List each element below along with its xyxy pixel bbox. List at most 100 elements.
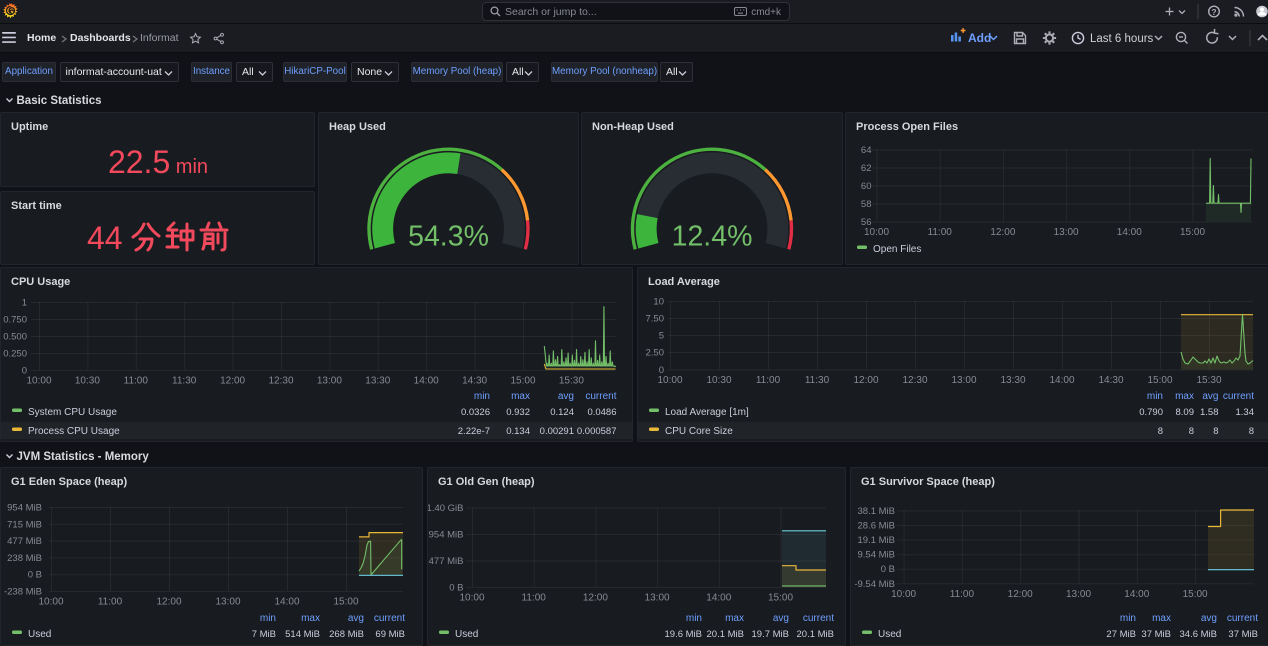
svg-text:15:00: 15:00 [1147, 375, 1172, 386]
svg-text:current: current [585, 391, 616, 402]
svg-text:JVM Statistics - Memory: JVM Statistics - Memory [17, 451, 150, 463]
svg-text:12:00: 12:00 [156, 597, 181, 608]
svg-text:13:00: 13:00 [317, 376, 342, 387]
svg-text:System CPU Usage: System CPU Usage [28, 407, 117, 418]
svg-text:10:00: 10:00 [657, 375, 682, 386]
svg-text:514 MiB: 514 MiB [285, 629, 320, 640]
svg-text:14:00: 14:00 [1049, 375, 1074, 386]
svg-text:current: current [1223, 391, 1254, 402]
svg-text:avg: avg [558, 391, 574, 402]
svg-text:G1 Survivor Space (heap): G1 Survivor Space (heap) [861, 476, 995, 488]
svg-text:13:00: 13:00 [1054, 227, 1079, 238]
svg-text:13:00: 13:00 [1066, 589, 1091, 600]
svg-text:14:00: 14:00 [1124, 589, 1149, 600]
svg-text:7 MiB: 7 MiB [252, 629, 276, 640]
svg-text:11:30: 11:30 [172, 376, 197, 387]
svg-text:1.58: 1.58 [1200, 407, 1219, 418]
svg-text:9.54 MiB: 9.54 MiB [858, 550, 896, 561]
svg-text:10:00: 10:00 [891, 589, 916, 600]
svg-text:10:00: 10:00 [459, 593, 484, 604]
svg-text:-9.54 MiB: -9.54 MiB [854, 579, 895, 590]
svg-text:14:30: 14:30 [1098, 375, 1123, 386]
svg-text:12:00: 12:00 [990, 227, 1015, 238]
svg-text:Start time: Start time [11, 200, 62, 212]
svg-text:current: current [1227, 613, 1258, 624]
svg-text:34.6 MiB: 34.6 MiB [1180, 629, 1218, 640]
svg-text:G1 Eden Space (heap): G1 Eden Space (heap) [11, 476, 127, 488]
svg-text:current: current [803, 613, 834, 624]
svg-text:0.000587: 0.000587 [577, 426, 617, 437]
svg-text:min: min [686, 613, 702, 624]
svg-text:14:30: 14:30 [462, 376, 487, 387]
svg-text:max: max [301, 613, 320, 624]
svg-text:Process CPU Usage: Process CPU Usage [28, 426, 120, 437]
svg-text:15:00: 15:00 [510, 376, 535, 387]
svg-text:Load Average [1m]: Load Average [1m] [665, 407, 749, 418]
svg-text:G1 Old Gen (heap): G1 Old Gen (heap) [438, 476, 535, 488]
svg-text:max: max [725, 613, 744, 624]
svg-text:12.4%: 12.4% [672, 221, 753, 253]
svg-text:?: ? [1211, 7, 1216, 17]
svg-text:15:30: 15:30 [559, 376, 584, 387]
svg-text:15:00: 15:00 [333, 597, 358, 608]
svg-text:Open Files: Open Files [873, 244, 921, 255]
svg-text:10:00: 10:00 [26, 376, 51, 387]
svg-text:58: 58 [861, 199, 872, 210]
svg-text:238 MiB: 238 MiB [7, 553, 42, 564]
svg-text:min: min [1147, 391, 1163, 402]
svg-text:0.500: 0.500 [3, 332, 27, 343]
svg-text:min: min [474, 391, 490, 402]
svg-text:avg: avg [1201, 613, 1217, 624]
svg-text:28.6 MiB: 28.6 MiB [858, 521, 896, 532]
svg-text:Heap Used: Heap Used [329, 121, 386, 133]
svg-text:11:00: 11:00 [928, 227, 953, 238]
svg-text:Basic Statistics: Basic Statistics [17, 95, 102, 107]
svg-text:11:00: 11:00 [98, 597, 123, 608]
svg-text:15:00: 15:00 [1180, 227, 1205, 238]
svg-text:13:00: 13:00 [215, 597, 240, 608]
svg-text:current: current [374, 613, 405, 624]
svg-text:12:00: 12:00 [1008, 589, 1033, 600]
svg-text:10:00: 10:00 [864, 227, 889, 238]
svg-text:8: 8 [1249, 426, 1254, 437]
svg-text:60: 60 [861, 181, 872, 192]
svg-text:15:00: 15:00 [1183, 589, 1208, 600]
svg-text:12:00: 12:00 [583, 593, 608, 604]
svg-text:avg: avg [1202, 391, 1218, 402]
svg-text:max: max [511, 391, 530, 402]
svg-text:64: 64 [861, 145, 872, 156]
svg-text:Used: Used [455, 629, 478, 640]
svg-text:10: 10 [653, 297, 664, 308]
svg-text:CPU Usage: CPU Usage [11, 276, 70, 288]
svg-text:Last 6 hours: Last 6 hours [1090, 33, 1154, 45]
svg-text:Add: Add [968, 31, 991, 45]
svg-text:11:00: 11:00 [522, 593, 547, 604]
svg-text:13:00: 13:00 [645, 593, 670, 604]
svg-text:10:30: 10:30 [706, 375, 731, 386]
svg-text:954 MiB: 954 MiB [7, 503, 42, 514]
svg-text:12:30: 12:30 [268, 376, 293, 387]
svg-text:8: 8 [1213, 426, 1218, 437]
svg-text:0.750: 0.750 [3, 315, 27, 326]
svg-text:0.790: 0.790 [1139, 407, 1163, 418]
svg-text:8.09: 8.09 [1176, 407, 1195, 418]
svg-text:0.0486: 0.0486 [587, 407, 616, 418]
svg-text:7.50: 7.50 [646, 314, 665, 325]
svg-text:13:00: 13:00 [951, 375, 976, 386]
svg-text:14:00: 14:00 [1117, 227, 1142, 238]
svg-text:27 MiB: 27 MiB [1106, 629, 1136, 640]
svg-text:2.22e-7: 2.22e-7 [458, 426, 490, 437]
svg-text:1: 1 [22, 298, 27, 309]
svg-text:54.3%: 54.3% [408, 221, 489, 253]
svg-text:Load Average: Load Average [648, 276, 720, 288]
svg-text:min: min [1120, 613, 1136, 624]
svg-text:0.124: 0.124 [550, 407, 574, 418]
svg-text:69 MiB: 69 MiB [375, 629, 405, 640]
svg-text:22.5 min: 22.5 min [108, 144, 208, 180]
svg-text:1.34: 1.34 [1236, 407, 1255, 418]
svg-text:11:30: 11:30 [805, 375, 830, 386]
svg-text:38.1 MiB: 38.1 MiB [858, 506, 896, 517]
svg-text:avg: avg [773, 613, 789, 624]
svg-text:10:30: 10:30 [75, 376, 100, 387]
svg-text:477 MiB: 477 MiB [7, 536, 42, 547]
